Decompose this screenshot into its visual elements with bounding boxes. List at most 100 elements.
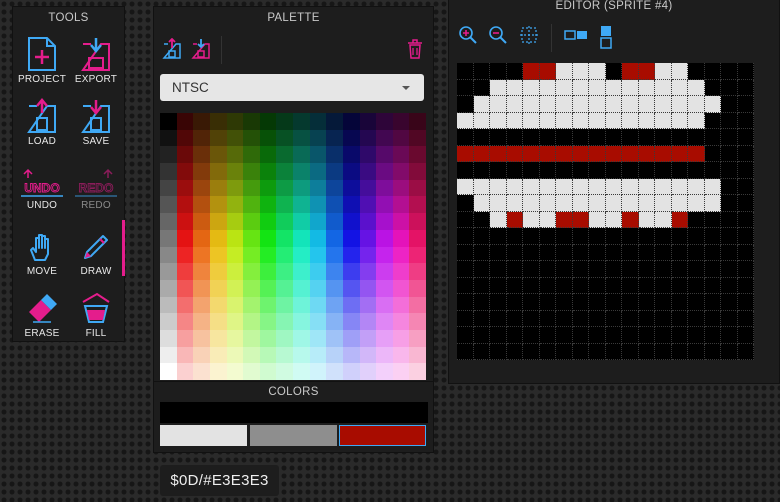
sprite-pixel[interactable] — [473, 195, 490, 212]
palette-cell[interactable] — [376, 163, 393, 180]
sprite-pixel[interactable] — [572, 211, 589, 228]
sprite-pixel[interactable] — [457, 244, 474, 261]
palette-cell[interactable] — [276, 146, 293, 164]
sprite-pixel[interactable] — [671, 145, 688, 162]
sprite-pixel[interactable] — [490, 112, 507, 129]
palette-cell[interactable] — [193, 246, 210, 264]
sprite-pixel[interactable] — [622, 211, 639, 228]
sprite-pixel[interactable] — [523, 244, 540, 261]
palette-cell[interactable] — [276, 246, 293, 264]
palette-cell[interactable] — [342, 279, 360, 297]
sprite-pixel[interactable] — [655, 211, 672, 228]
sprite-pixel[interactable] — [457, 162, 474, 179]
new-project-button[interactable]: PROJECT — [16, 36, 68, 94]
sprite-pixel[interactable] — [539, 294, 556, 311]
sprite-pixel[interactable] — [655, 294, 672, 311]
sprite-pixel[interactable] — [539, 244, 556, 261]
palette-cell[interactable] — [326, 196, 343, 214]
sprite-pixel[interactable] — [490, 145, 507, 162]
sprite-pixel[interactable] — [523, 112, 540, 129]
sprite-pixel[interactable] — [556, 96, 573, 113]
sprite-pixel[interactable] — [671, 79, 688, 96]
sprite-pixel[interactable] — [605, 96, 622, 113]
sprite-pixel[interactable] — [721, 112, 738, 129]
sprite-pixel[interactable] — [473, 343, 490, 360]
palette-cell[interactable] — [376, 296, 393, 314]
sprite-pixel[interactable] — [556, 228, 573, 245]
sprite-pixel[interactable] — [572, 244, 589, 261]
sprite-pixel[interactable] — [605, 228, 622, 245]
sprite-pixel[interactable] — [605, 343, 622, 360]
palette-cell[interactable] — [226, 229, 244, 247]
palette-cell[interactable] — [376, 146, 393, 164]
sprite-pixel[interactable] — [655, 261, 672, 278]
palette-cell[interactable] — [359, 196, 377, 214]
sprite-pixel[interactable] — [539, 195, 556, 212]
palette-cell[interactable] — [193, 196, 210, 214]
zoom-in-button[interactable] — [458, 25, 478, 47]
palette-cell[interactable] — [326, 129, 343, 147]
sprite-pixel[interactable] — [556, 211, 573, 228]
sprite-pixel[interactable] — [473, 79, 490, 96]
sprite-pixel[interactable] — [721, 145, 738, 162]
sprite-pixel[interactable] — [473, 261, 490, 278]
palette-cell[interactable] — [193, 363, 210, 380]
sprite-pixel[interactable] — [737, 162, 754, 179]
palette-cell[interactable] — [392, 196, 410, 214]
sprite-pixel[interactable] — [605, 244, 622, 261]
palette-cell[interactable] — [342, 313, 360, 330]
sprite-pixel[interactable] — [605, 195, 622, 212]
sprite-pixel[interactable] — [490, 277, 507, 294]
palette-cell[interactable] — [392, 113, 410, 130]
sprite-pixel[interactable] — [688, 178, 705, 195]
sprite-pixel[interactable] — [737, 294, 754, 311]
sprite-pixel[interactable] — [457, 129, 474, 146]
sprite-pixel[interactable] — [721, 277, 738, 294]
sprite-pixel[interactable] — [556, 343, 573, 360]
palette-cell[interactable] — [376, 196, 393, 214]
sprite-pixel[interactable] — [523, 178, 540, 195]
palette-cell[interactable] — [376, 263, 393, 280]
sprite-pixel[interactable] — [704, 79, 721, 96]
sprite-pixel[interactable] — [457, 343, 474, 360]
palette-cell[interactable] — [226, 329, 244, 347]
sprite-pixel[interactable] — [671, 343, 688, 360]
sprite-pixel[interactable] — [572, 96, 589, 113]
palette-cell[interactable] — [359, 313, 377, 330]
palette-cell[interactable] — [342, 296, 360, 314]
palette-cell[interactable] — [293, 163, 310, 180]
palette-cell[interactable] — [293, 129, 310, 147]
palette-cell[interactable] — [160, 279, 177, 297]
palette-cell[interactable] — [376, 129, 393, 147]
delete-palette-button[interactable] — [405, 38, 425, 60]
sprite-pixel[interactable] — [737, 327, 754, 344]
palette-cell[interactable] — [276, 213, 293, 230]
palette-cell[interactable] — [259, 363, 277, 380]
sprite-pixel[interactable] — [605, 112, 622, 129]
sprite-pixel[interactable] — [605, 79, 622, 96]
palette-cell[interactable] — [376, 113, 393, 130]
palette-cell[interactable] — [243, 229, 260, 247]
sprite-pixel[interactable] — [490, 244, 507, 261]
palette-cell[interactable] — [209, 263, 227, 280]
palette-cell[interactable] — [243, 129, 260, 147]
sprite-pixel[interactable] — [721, 343, 738, 360]
palette-cell[interactable] — [326, 363, 343, 380]
sprite-pixel[interactable] — [622, 178, 639, 195]
palette-cell[interactable] — [243, 296, 260, 314]
sprite-pixel[interactable] — [671, 228, 688, 245]
palette-cell[interactable] — [209, 246, 227, 264]
palette-cell[interactable] — [193, 313, 210, 330]
sprite-pixel[interactable] — [589, 63, 606, 80]
sprite-pixel[interactable] — [473, 294, 490, 311]
sprite-pixel[interactable] — [655, 162, 672, 179]
palette-cell[interactable] — [293, 363, 310, 380]
sprite-pixel[interactable] — [671, 112, 688, 129]
sprite-pixel[interactable] — [490, 96, 507, 113]
palette-cell[interactable] — [309, 179, 327, 197]
palette-cell[interactable] — [160, 263, 177, 280]
sprite-pixel[interactable] — [490, 129, 507, 146]
sprite-pixel[interactable] — [605, 178, 622, 195]
import-palette-button[interactable] — [162, 37, 182, 60]
sprite-pixel[interactable] — [457, 195, 474, 212]
